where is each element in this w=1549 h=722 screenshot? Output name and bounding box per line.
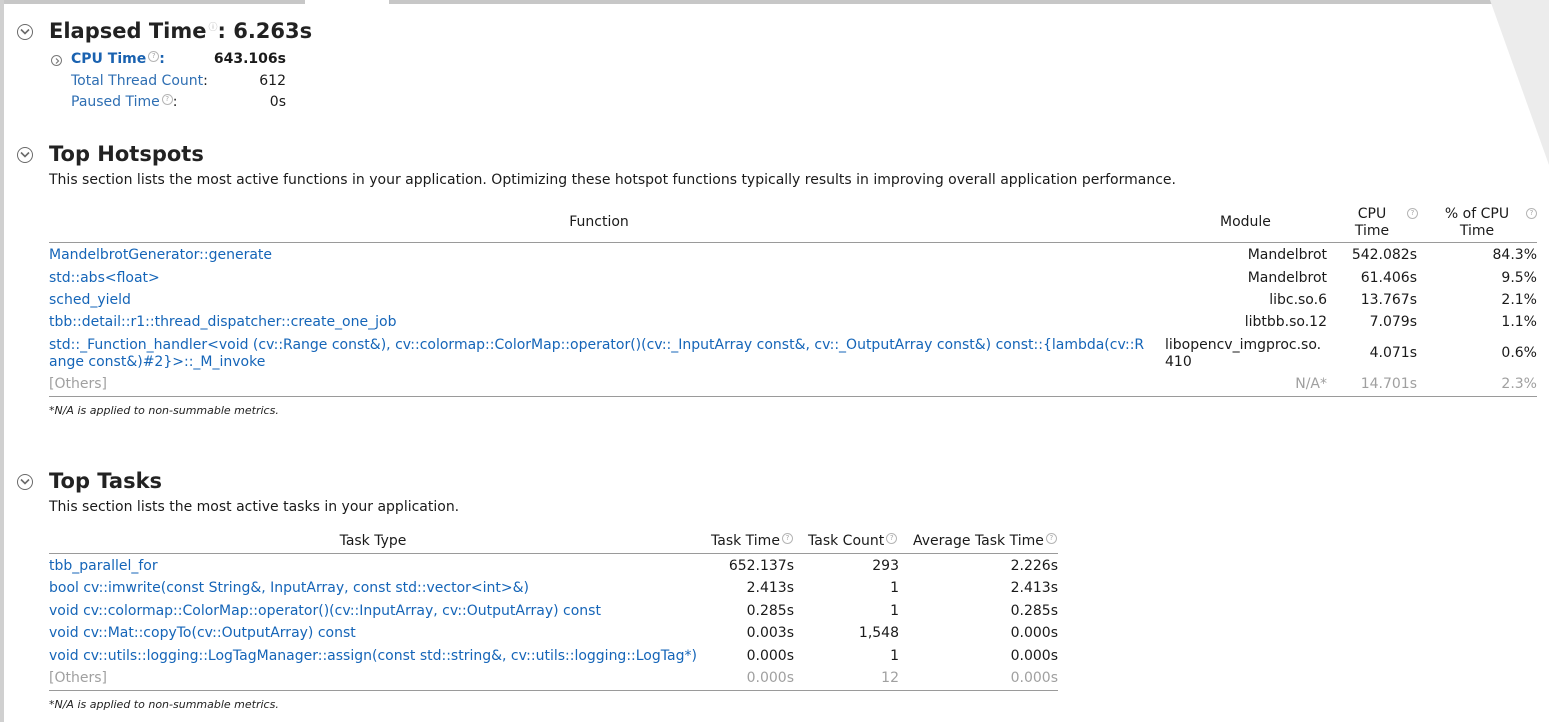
task-type-link[interactable]: bool cv::imwrite(const String&, InputArr…	[49, 580, 529, 596]
hotspot-cpu-time: 7.079s	[1369, 314, 1417, 330]
task-type-link[interactable]: tbb_parallel_for	[49, 558, 158, 574]
header-divider	[49, 553, 1058, 554]
col-function[interactable]: Function	[49, 214, 1149, 230]
elapsed-title: Elapsed Time	[49, 19, 207, 43]
tasks-footnote: *N/A is applied to non-summable metrics.	[49, 698, 279, 711]
hotspot-function-link[interactable]: std::_Function_handler<void (cv::Range c…	[49, 337, 1144, 371]
task-type-link[interactable]: void cv::colormap::ColorMap::operator()(…	[49, 603, 601, 619]
hotspot-pct: 1.1%	[1501, 314, 1537, 330]
hotspot-function-link[interactable]: std::abs<float>	[49, 270, 160, 286]
collapse-elapsed-icon[interactable]	[17, 24, 33, 40]
decorative-corner	[1490, 0, 1549, 165]
hotspot-pct: 9.5%	[1501, 270, 1537, 286]
hotspot-module: Mandelbrot	[1247, 270, 1327, 286]
help-icon[interactable]: ?	[1045, 533, 1057, 544]
table-bottom-divider	[49, 690, 1058, 691]
help-icon[interactable]: ⓘ	[208, 23, 217, 33]
hotspot-function-link[interactable]: tbb::detail::r1::thread_dispatcher::crea…	[49, 314, 396, 330]
header-divider	[49, 242, 1537, 243]
left-border	[0, 0, 4, 722]
task-count: 293	[872, 558, 899, 574]
col-pct-cpu-time[interactable]: % of CPU Time	[1440, 206, 1514, 240]
task-count: 1	[890, 603, 899, 619]
task-time: 2.413s	[746, 580, 794, 596]
help-icon[interactable]: ?	[161, 94, 173, 105]
col-task-count[interactable]: Task Count?	[808, 533, 898, 549]
task-average-time: 0.285s	[1010, 603, 1058, 619]
task-time: 0.000s	[746, 648, 794, 664]
cpu-time-label[interactable]: CPU Time?:	[71, 51, 165, 67]
elapsed-value: : 6.263s	[217, 19, 313, 43]
collapse-hotspots-icon[interactable]	[17, 147, 33, 163]
hotspot-module: Mandelbrot	[1247, 247, 1327, 263]
expand-cpu-time-icon[interactable]	[51, 55, 62, 66]
col-cpu-time[interactable]: CPU Time	[1340, 206, 1404, 240]
hotspots-heading: Top Hotspots	[49, 142, 204, 166]
hotspot-others-module: N/A*	[1295, 376, 1327, 392]
paused-time-value: 0s	[269, 94, 286, 110]
tasks-heading: Top Tasks	[49, 469, 163, 493]
hotspots-description: This section lists the most active funct…	[49, 172, 1176, 188]
task-count: 1,548	[858, 625, 899, 641]
hotspot-cpu-time: 4.071s	[1369, 345, 1417, 361]
help-icon[interactable]: ?	[781, 533, 793, 544]
help-icon[interactable]: ?	[886, 533, 898, 544]
hotspot-pct: 0.6%	[1501, 345, 1537, 361]
task-average-time: 0.000s	[1010, 648, 1058, 664]
task-type-link[interactable]: void cv::Mat::copyTo(cv::OutputArray) co…	[49, 625, 356, 641]
active-tab-indicator[interactable]	[305, 0, 389, 4]
hotspot-cpu-time: 61.406s	[1360, 270, 1417, 286]
task-average-time: 2.413s	[1010, 580, 1058, 596]
task-others-count: 12	[881, 670, 899, 686]
tab-strip	[0, 0, 1549, 4]
task-time: 652.137s	[728, 558, 794, 574]
collapse-tasks-icon[interactable]	[17, 474, 33, 490]
task-time: 0.285s	[746, 603, 794, 619]
help-icon[interactable]: ?	[1526, 208, 1537, 219]
task-time: 0.003s	[746, 625, 794, 641]
col-task-type[interactable]: Task Type	[49, 533, 697, 549]
hotspot-function-link[interactable]: MandelbrotGenerator::generate	[49, 247, 272, 263]
elapsed-time-heading: Elapsed Time ⓘ: 6.263s	[49, 19, 312, 43]
task-others-label: [Others]	[49, 670, 107, 686]
paused-time-label: Paused Time?:	[71, 94, 178, 110]
hotspot-module: libc.so.6	[1269, 292, 1327, 308]
help-icon[interactable]: ?	[148, 51, 160, 62]
hotspot-module: libopencv_imgproc.so. 410	[1165, 337, 1322, 370]
thread-count-value: 612	[259, 73, 286, 89]
hotspot-cpu-time: 542.082s	[1351, 247, 1417, 263]
hotspot-module: libtbb.so.12	[1244, 314, 1327, 330]
hotspots-footnote: *N/A is applied to non-summable metrics.	[49, 404, 279, 417]
hotspot-others-cpu: 14.701s	[1360, 376, 1417, 392]
thread-count-label: Total Thread Count:	[71, 73, 208, 89]
hotspot-cpu-time: 13.767s	[1360, 292, 1417, 308]
hotspot-pct: 2.1%	[1501, 292, 1537, 308]
hotspot-others-label: [Others]	[49, 376, 107, 392]
table-bottom-divider	[49, 396, 1537, 397]
task-count: 1	[890, 580, 899, 596]
cpu-time-value: 643.106s	[213, 51, 286, 67]
hotspot-function-link[interactable]: sched_yield	[49, 292, 131, 308]
tasks-description: This section lists the most active tasks…	[49, 499, 460, 515]
hotspot-others-pct: 2.3%	[1501, 376, 1537, 392]
task-type-link[interactable]: void cv::utils::logging::LogTagManager::…	[49, 648, 697, 664]
task-average-time: 2.226s	[1010, 558, 1058, 574]
col-average-task-time[interactable]: Average Task Time?	[913, 533, 1057, 549]
task-count: 1	[890, 648, 899, 664]
hotspot-pct: 84.3%	[1492, 247, 1537, 263]
col-module[interactable]: Module	[1220, 214, 1271, 230]
task-others-average: 0.000s	[1010, 670, 1058, 686]
task-average-time: 0.000s	[1010, 625, 1058, 641]
col-task-time[interactable]: Task Time?	[711, 533, 793, 549]
help-icon[interactable]: ?	[1407, 208, 1418, 219]
task-others-time: 0.000s	[746, 670, 794, 686]
